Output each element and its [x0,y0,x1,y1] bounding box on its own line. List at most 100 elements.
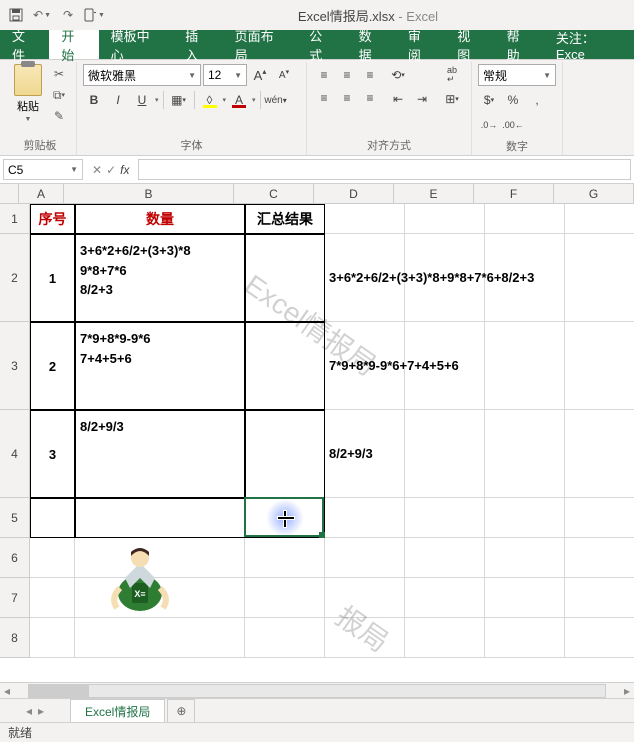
col-header-F[interactable]: F [474,184,554,204]
cell-A8[interactable] [30,618,75,658]
tab-follow-link[interactable]: 关注：Exce [544,30,634,59]
font-name-combo[interactable]: 微软雅黑▼ [83,64,201,86]
align-center-icon[interactable]: ≡ [336,87,358,109]
cell-D4[interactable]: 8/2+9/3 [325,410,405,498]
col-header-C[interactable]: C [234,184,314,204]
format-painter-icon[interactable]: ✎ [48,106,70,126]
wrap-text-icon[interactable]: ab↵ [439,64,465,86]
cell-G5[interactable] [565,498,634,538]
bold-button[interactable]: B [83,89,105,111]
cell-D2[interactable]: 3+6*2+6/2+(3+3)*8+9*8+7*6+8/2+3 [325,234,405,322]
col-header-D[interactable]: D [314,184,394,204]
cell-A3[interactable]: 2 [30,322,75,410]
font-color-icon[interactable]: A [228,89,250,111]
add-sheet-button[interactable]: ⊕ [167,699,195,722]
col-header-E[interactable]: E [394,184,474,204]
cell-F3[interactable] [485,322,565,410]
cell-G2[interactable] [565,234,634,322]
cell-C8[interactable] [245,618,325,658]
cell-C6[interactable] [245,538,325,578]
cell-A1[interactable]: 序号 [30,204,75,234]
cell-F1[interactable] [485,204,565,234]
col-header-B[interactable]: B [64,184,234,204]
align-middle-icon[interactable]: ≡ [336,64,358,86]
fill-color-icon[interactable]: ◊ [199,89,221,111]
comma-icon[interactable]: , [526,89,548,111]
cell-F7[interactable] [485,578,565,618]
horizontal-scrollbar[interactable]: ◂ ▸ [0,682,634,698]
phonetic-icon[interactable]: wén▾ [265,89,287,111]
tab-home[interactable]: 开始 [49,30,98,59]
cell-F4[interactable] [485,410,565,498]
cell-D6[interactable] [325,538,405,578]
select-all-corner[interactable] [0,184,19,204]
row-header-2[interactable]: 2 [0,234,30,322]
tab-view[interactable]: 视图 [445,30,494,59]
decrease-decimal-icon[interactable]: .00← [502,114,524,136]
save-icon[interactable] [4,3,28,27]
fx-icon[interactable]: fx [120,163,129,177]
cell-E5[interactable] [405,498,485,538]
col-header-G[interactable]: G [554,184,634,204]
cell-B8[interactable] [75,618,245,658]
align-bottom-icon[interactable]: ≡ [359,64,381,86]
cell-B3[interactable]: 7*9+8*9-9*67+4+5+6 [75,322,245,410]
borders-icon[interactable]: ▦▾ [168,89,190,111]
cell-C2[interactable] [245,234,325,322]
sheet-tab-active[interactable]: Excel情报局 [70,699,165,722]
merge-icon[interactable]: ⊞▾ [439,88,465,110]
cell-B2[interactable]: 3+6*2+6/2+(3+3)*89*8+7*68/2+3 [75,234,245,322]
sheet-nav[interactable]: ◂▸ [0,699,70,722]
cell-G8[interactable] [565,618,634,658]
increase-decimal-icon[interactable]: .0→ [478,114,500,136]
shrink-font-icon[interactable]: A▾ [273,64,295,86]
underline-button[interactable]: U [131,89,153,111]
tab-file[interactable]: 文件 [0,30,49,59]
cell-E4[interactable] [405,410,485,498]
row-header-3[interactable]: 3 [0,322,30,410]
cell-A7[interactable] [30,578,75,618]
copy-icon[interactable]: ⧉▾ [48,85,70,105]
scroll-thumb[interactable] [29,685,89,697]
col-header-A[interactable]: A [19,184,64,204]
row-header-7[interactable]: 7 [0,578,30,618]
increase-indent-icon[interactable]: ⇥ [411,88,433,110]
tab-insert[interactable]: 插入 [173,30,222,59]
cell-G1[interactable] [565,204,634,234]
cell-G7[interactable] [565,578,634,618]
decrease-indent-icon[interactable]: ⇤ [387,88,409,110]
cell-D1[interactable] [325,204,405,234]
grow-font-icon[interactable]: A▴ [249,64,271,86]
align-right-icon[interactable]: ≡ [359,87,381,109]
cell-F5[interactable] [485,498,565,538]
cell-C1[interactable]: 汇总结果 [245,204,325,234]
align-left-icon[interactable]: ≡ [313,87,335,109]
row-header-1[interactable]: 1 [0,204,30,234]
cut-icon[interactable]: ✂ [48,64,70,84]
cell-E6[interactable] [405,538,485,578]
cell-E7[interactable] [405,578,485,618]
tab-formulas[interactable]: 公式 [297,30,346,59]
cell-E8[interactable] [405,618,485,658]
row-header-8[interactable]: 8 [0,618,30,658]
cell-G4[interactable] [565,410,634,498]
tab-layout[interactable]: 页面布局 [223,30,298,59]
cell-A6[interactable] [30,538,75,578]
cell-B1[interactable]: 数量 [75,204,245,234]
cell-D7[interactable] [325,578,405,618]
row-header-6[interactable]: 6 [0,538,30,578]
orientation-icon[interactable]: ⟲▾ [387,64,409,86]
enter-formula-icon[interactable]: ✓ [106,163,116,177]
touch-mode-icon[interactable]: ▼ [82,3,106,27]
cell-C3[interactable] [245,322,325,410]
cell-D8[interactable] [325,618,405,658]
cell-A2[interactable]: 1 [30,234,75,322]
tab-template[interactable]: 模板中心 [99,30,174,59]
row-header-5[interactable]: 5 [0,498,30,538]
tab-review[interactable]: 审阅 [396,30,445,59]
tab-data[interactable]: 数据 [347,30,396,59]
row-header-4[interactable]: 4 [0,410,30,498]
italic-button[interactable]: I [107,89,129,111]
cell-D3[interactable]: 7*9+8*9-9*6+7+4+5+6 [325,322,405,410]
cell-A5[interactable] [30,498,75,538]
